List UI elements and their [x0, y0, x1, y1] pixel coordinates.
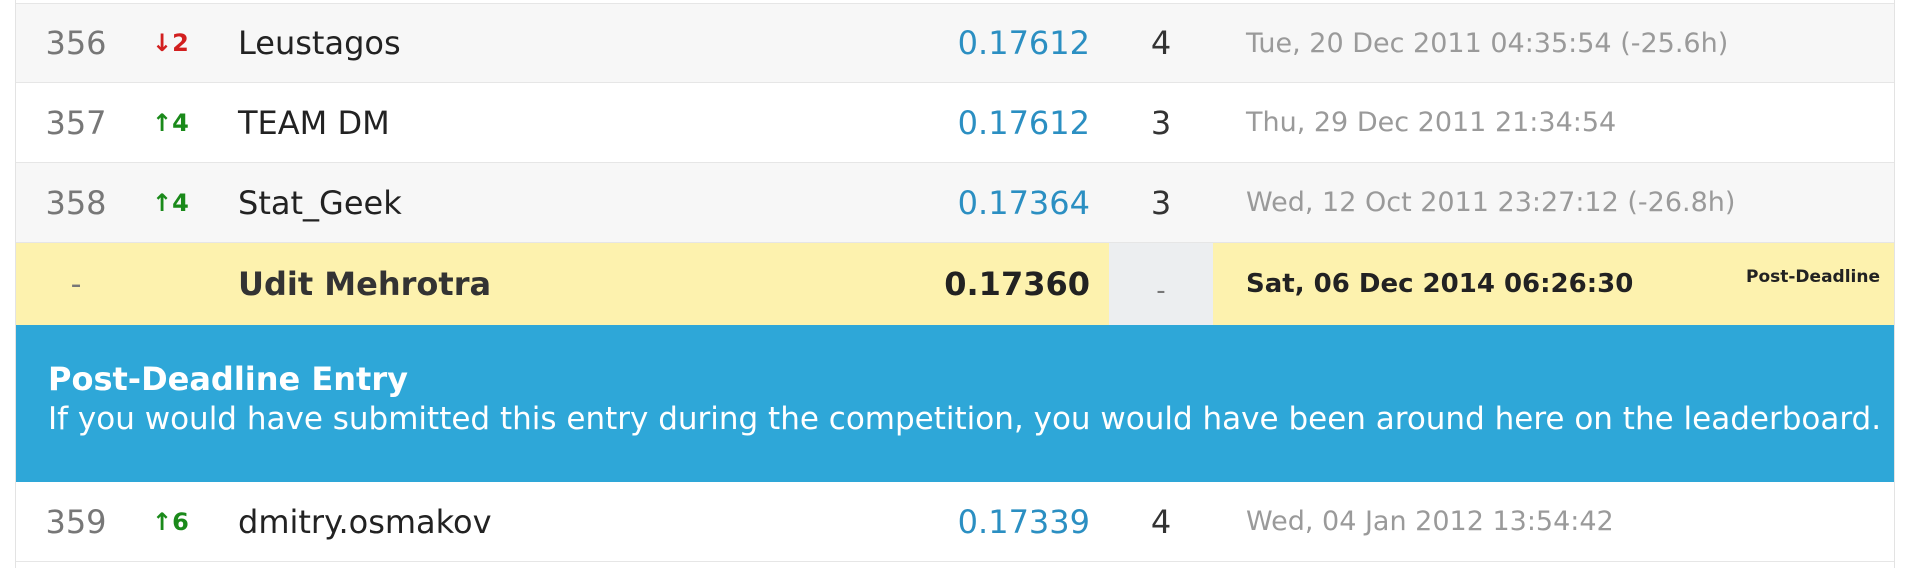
- rank-cell: 359: [45, 502, 107, 541]
- entries-count: 4: [1150, 502, 1172, 541]
- post-deadline-badge: Post-Deadline: [1745, 267, 1880, 287]
- team-name[interactable]: Udit Mehrotra: [238, 243, 938, 325]
- entries-count: 3: [1150, 183, 1172, 222]
- last-submission-time: Wed, 12 Oct 2011 23:27:12 (-26.8h): [1246, 187, 1736, 218]
- score-link[interactable]: 0.17612: [836, 4, 1090, 82]
- table-row: 358 ↑4 Stat_Geek 0.17364 3 Wed, 12 Oct 2…: [16, 163, 1894, 243]
- leaderboard-table: 356 ↓2 Leustagos 0.17612 4 Tue, 20 Dec 2…: [15, 0, 1895, 568]
- table-row: 356 ↓2 Leustagos 0.17612 4 Tue, 20 Dec 2…: [16, 3, 1894, 83]
- notice-body: If you would have submitted this entry d…: [48, 401, 1882, 437]
- last-submission-time: Tue, 20 Dec 2011 04:35:54 (-25.6h): [1246, 27, 1729, 59]
- score-link[interactable]: 0.17339: [836, 482, 1090, 561]
- score-value: 0.17360: [944, 265, 1090, 303]
- entries-count: 4: [1150, 24, 1172, 62]
- table-row: 357 ↑4 TEAM DM 0.17612 3 Thu, 29 Dec 201…: [16, 83, 1894, 163]
- score-link[interactable]: 0.17612: [836, 83, 1090, 162]
- entries-count: -: [1109, 243, 1213, 325]
- entries-count: 3: [1150, 103, 1172, 142]
- rank-cell: -: [70, 266, 82, 302]
- notice-title: Post-Deadline Entry: [48, 360, 408, 398]
- team-name[interactable]: TEAM DM: [238, 83, 938, 162]
- rank-cell: 356: [45, 24, 107, 62]
- rank-change-up: ↑4: [152, 188, 189, 217]
- rank-cell: 358: [45, 183, 107, 222]
- table-row: 359 ↑6 dmitry.osmakov 0.17339 4 Wed, 04 …: [16, 482, 1894, 562]
- rank-change-up: ↑6: [152, 507, 189, 536]
- last-submission-time: Wed, 04 Jan 2012 13:54:42: [1246, 506, 1614, 537]
- team-name[interactable]: Stat_Geek: [238, 163, 938, 242]
- post-deadline-notice: Post-Deadline Entry If you would have su…: [16, 325, 1894, 482]
- team-name[interactable]: dmitry.osmakov: [238, 482, 938, 561]
- team-name[interactable]: Leustagos: [238, 4, 938, 82]
- rank-cell: 357: [45, 103, 107, 142]
- rank-change-down: ↓2: [152, 29, 189, 57]
- post-deadline-row: - Udit Mehrotra 0.17360 - Sat, 06 Dec 20…: [16, 243, 1894, 325]
- last-submission-time: Thu, 29 Dec 2011 21:34:54: [1246, 107, 1617, 138]
- rank-change-up: ↑4: [152, 108, 189, 137]
- score-link[interactable]: 0.17364: [836, 163, 1090, 242]
